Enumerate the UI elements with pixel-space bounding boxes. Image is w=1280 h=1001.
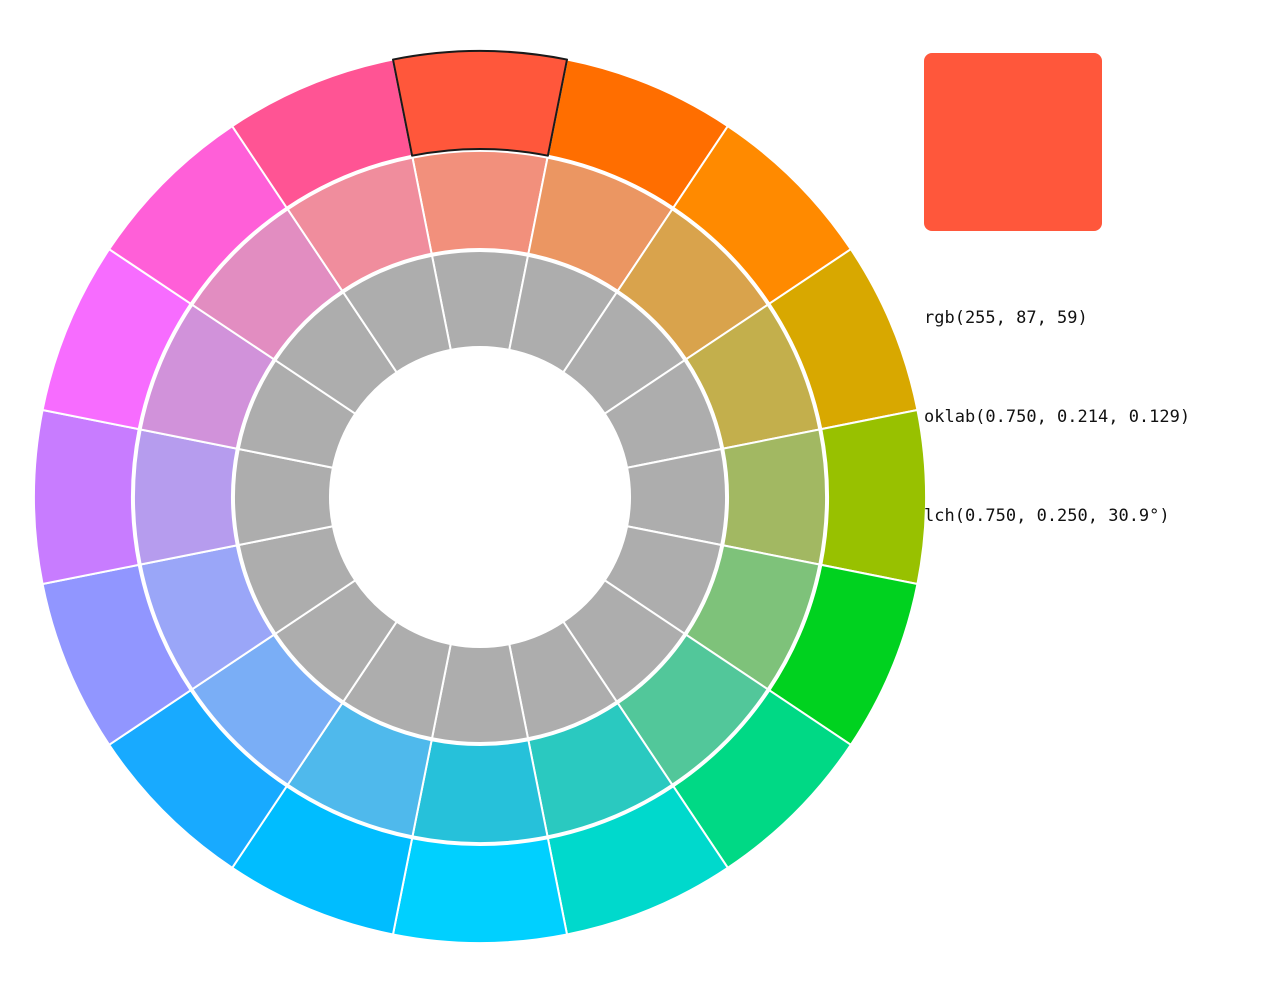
middle-ring-segment-8[interactable] [411,739,549,844]
outer-ring-segment-12[interactable] [33,408,140,586]
middle-ring-segment-12[interactable] [133,428,238,566]
color-readout: rgb(255, 87, 59) oklab(0.750, 0.214, 0.1… [924,236,1190,599]
outer-ring-segment-8[interactable] [391,837,569,944]
middle-ring-segment-4[interactable] [722,428,827,566]
selected-color-swatch [924,53,1102,231]
color-wheel[interactable] [0,0,960,1001]
outer-ring-segment-4[interactable] [820,408,927,586]
oklab-value: oklab(0.750, 0.214, 0.129) [924,407,1191,427]
middle-ring-segment-0[interactable] [411,150,549,255]
rgb-value: rgb(255, 87, 59) [924,308,1088,328]
lch-value: lch(0.750, 0.250, 30.9°) [924,506,1170,526]
color-wheel-view: rgb(255, 87, 59) oklab(0.750, 0.214, 0.1… [0,0,1280,1001]
outer-ring-segment-0[interactable] [391,50,569,157]
